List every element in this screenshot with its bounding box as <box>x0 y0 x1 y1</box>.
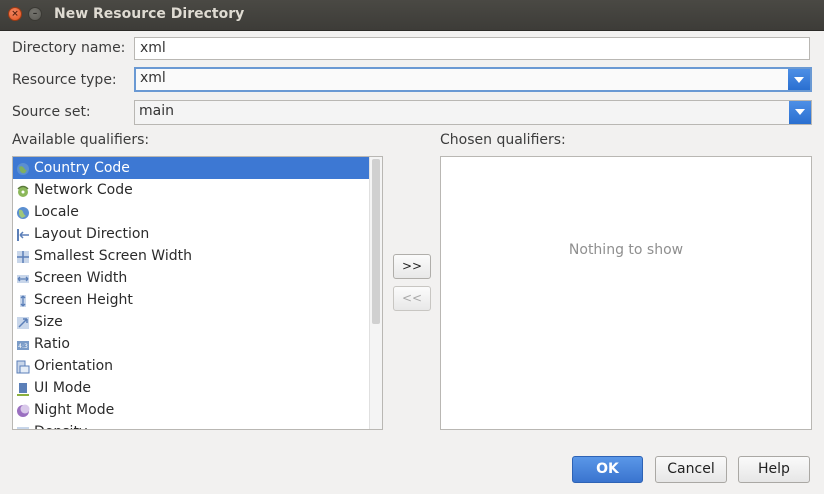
list-item-label: Country Code <box>34 160 130 176</box>
list-item[interactable]: Smallest Screen Width <box>13 245 369 267</box>
list-item-label: Screen Height <box>34 292 133 308</box>
list-item-label: Screen Width <box>34 270 128 286</box>
country-code-icon <box>16 161 30 175</box>
chosen-qualifiers-list[interactable]: Nothing to show <box>440 156 812 430</box>
minimize-icon[interactable]: – <box>28 7 42 21</box>
size-icon <box>16 315 30 329</box>
title-bar: × – New Resource Directory <box>0 0 824 31</box>
list-item[interactable]: Orientation <box>13 355 369 377</box>
list-item[interactable]: 4:3 Ratio <box>13 333 369 355</box>
empty-state-text: Nothing to show <box>568 242 684 258</box>
help-button[interactable]: Help <box>738 456 810 483</box>
svg-text:4:3: 4:3 <box>18 343 28 350</box>
layout-direction-icon <box>16 227 30 241</box>
list-item[interactable]: Density <box>13 421 369 429</box>
close-icon[interactable]: × <box>8 7 22 21</box>
list-item[interactable]: Country Code <box>13 157 369 179</box>
source-set-value: main <box>139 103 174 119</box>
remove-qualifier-button[interactable]: << <box>393 286 431 311</box>
list-item-label: Network Code <box>34 182 133 198</box>
list-item[interactable]: UI Mode <box>13 377 369 399</box>
list-item-label: Size <box>34 314 63 330</box>
source-set-select[interactable]: main <box>134 100 812 125</box>
list-item[interactable]: Network Code <box>13 179 369 201</box>
available-qualifiers-label: Available qualifiers: <box>12 132 150 148</box>
scrollbar[interactable] <box>369 157 382 429</box>
list-item-label: Locale <box>34 204 79 220</box>
night-mode-icon <box>16 403 30 417</box>
source-set-label: Source set: <box>12 104 91 120</box>
list-item-label: Density <box>34 424 87 429</box>
resource-type-select[interactable]: xml <box>134 67 812 92</box>
list-item-label: Ratio <box>34 336 70 352</box>
chosen-qualifiers-label: Chosen qualifiers: <box>440 132 566 148</box>
list-item[interactable]: Screen Height <box>13 289 369 311</box>
list-item-label: Orientation <box>34 358 114 374</box>
screen-width-icon <box>16 271 30 285</box>
list-item[interactable]: Layout Direction <box>13 223 369 245</box>
list-item[interactable]: Locale <box>13 201 369 223</box>
ui-mode-icon <box>16 381 30 396</box>
resource-type-label: Resource type: <box>12 72 117 88</box>
ok-button[interactable]: OK <box>572 456 643 483</box>
density-icon <box>16 425 30 429</box>
chevron-down-icon[interactable] <box>789 101 811 124</box>
list-item-label: UI Mode <box>34 380 91 396</box>
resource-type-value: xml <box>140 70 166 86</box>
add-qualifier-button[interactable]: >> <box>393 254 431 279</box>
available-qualifiers-list[interactable]: Country Code Network Code Locale Layout Dir… <box>12 156 383 430</box>
smallest-width-icon <box>16 249 30 263</box>
cancel-button[interactable]: Cancel <box>655 456 727 483</box>
list-item[interactable]: Night Mode <box>13 399 369 421</box>
window-title: New Resource Directory <box>54 6 245 22</box>
scrollbar-thumb[interactable] <box>372 159 380 324</box>
directory-name-label: Directory name: <box>12 40 126 56</box>
list-item-label: Night Mode <box>34 402 115 418</box>
list-item-label: Layout Direction <box>34 226 150 242</box>
directory-name-field[interactable]: xml <box>134 37 810 60</box>
ratio-icon: 4:3 <box>16 337 30 351</box>
orientation-icon <box>16 359 30 374</box>
network-code-icon <box>16 183 30 197</box>
screen-height-icon <box>16 293 30 307</box>
list-item-label: Smallest Screen Width <box>34 248 192 264</box>
chevron-down-icon[interactable] <box>788 69 810 90</box>
globe-icon <box>16 205 30 219</box>
list-item[interactable]: Size <box>13 311 369 333</box>
list-item[interactable]: Screen Width <box>13 267 369 289</box>
